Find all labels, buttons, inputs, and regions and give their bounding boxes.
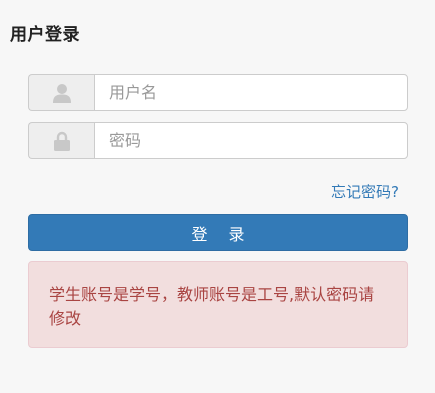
notice-text: 学生账号是学号，教师账号是工号,默认密码请修改 [49, 285, 375, 328]
password-group [28, 122, 408, 159]
notice-alert: 学生账号是学号，教师账号是工号,默认密码请修改 [28, 261, 408, 348]
login-button[interactable]: 登 录 [28, 214, 408, 251]
forgot-password-link[interactable]: 忘记密码? [331, 181, 399, 202]
password-input[interactable] [94, 122, 408, 159]
user-icon [28, 74, 94, 111]
username-group [28, 74, 408, 111]
lock-icon [28, 122, 94, 159]
username-input[interactable] [94, 74, 408, 111]
page-title: 用户登录 [10, 25, 80, 45]
